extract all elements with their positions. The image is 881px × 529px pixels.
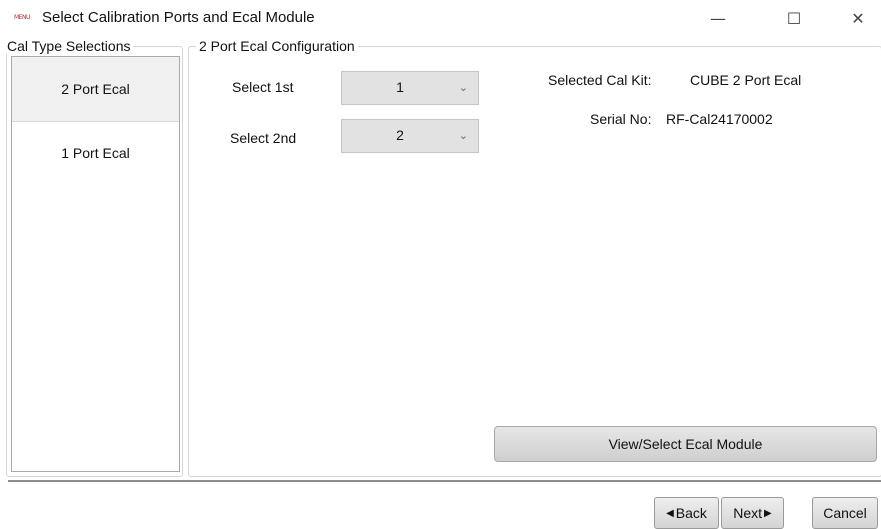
triangle-right-icon: ▶ [764, 507, 772, 519]
chevron-down-icon: ⌄ [458, 81, 468, 94]
back-label: Back [675, 505, 707, 521]
back-button[interactable]: ◀ Back [654, 497, 719, 529]
cal-kit-value: CUBE 2 Port Ecal [690, 72, 802, 88]
cal-type-item-1-port[interactable]: 1 Port Ecal [12, 121, 179, 185]
cal-type-item-label: 2 Port Ecal [61, 81, 130, 97]
select-2nd-dropdown[interactable]: 2 ⌄ [341, 119, 479, 153]
window-title: Select Calibration Ports and Ecal Module [42, 9, 315, 26]
select-1st-label: Select 1st [232, 79, 294, 95]
cal-type-legend: Cal Type Selections [4, 38, 134, 54]
select-1st-dropdown[interactable]: 1 ⌄ [341, 71, 479, 105]
cal-type-list[interactable]: 2 Port Ecal 1 Port Ecal [11, 56, 180, 472]
triangle-left-icon: ◀ [666, 507, 674, 519]
select-2nd-value: 2 [396, 127, 404, 143]
serial-label: Serial No: [590, 111, 652, 127]
minimize-icon: — [710, 8, 726, 28]
cancel-button[interactable]: Cancel [812, 497, 878, 529]
cal-kit-label: Selected Cal Kit: [548, 72, 652, 88]
close-icon: ✕ [851, 8, 865, 28]
minimize-button[interactable]: — [698, 6, 738, 30]
chevron-down-icon: ⌄ [458, 129, 468, 142]
select-2nd-label: Select 2nd [230, 130, 297, 146]
cal-type-item-label: 1 Port Ecal [61, 145, 130, 161]
app-icon: MENU [14, 14, 30, 21]
close-button[interactable]: ✕ [838, 6, 878, 30]
ecal-config-legend: 2 Port Ecal Configuration [196, 38, 358, 54]
maximize-button[interactable]: ☐ [774, 6, 814, 30]
select-1st-value: 1 [396, 79, 404, 95]
footer-separator [8, 480, 881, 482]
serial-value: RF-Cal24170002 [666, 111, 773, 127]
next-label: Next [733, 505, 763, 521]
maximize-icon: ☐ [786, 8, 802, 28]
title-bar: MENU Select Calibration Ports and Ecal M… [0, 0, 881, 36]
ecal-config-group [188, 46, 881, 477]
cal-type-item-2-port[interactable]: 2 Port Ecal [12, 57, 179, 122]
view-select-ecal-button[interactable]: View/Select Ecal Module [494, 426, 877, 462]
next-button[interactable]: Next ▶ [721, 497, 784, 529]
